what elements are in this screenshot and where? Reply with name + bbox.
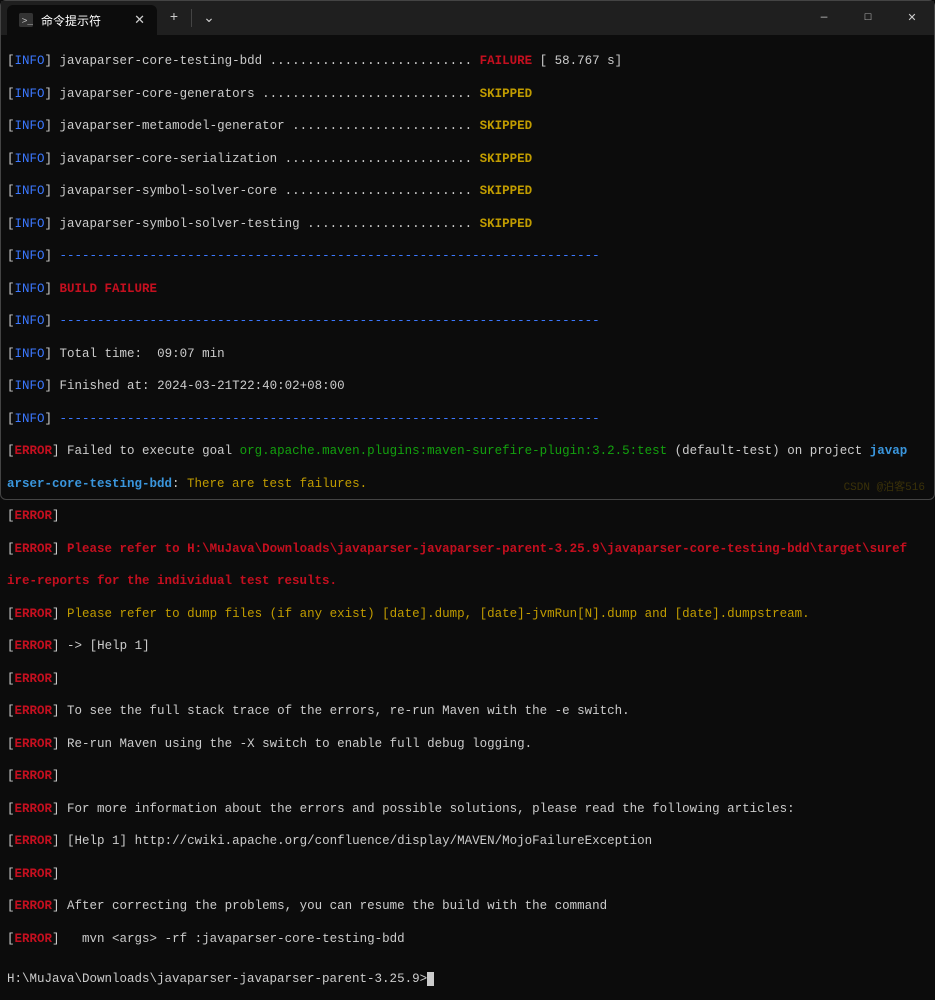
tab-dropdown-button[interactable]: ⌄ <box>192 1 226 35</box>
output-line: [ERROR] Please refer to H:\MuJava\Downlo… <box>7 541 928 557</box>
output-line: [INFO] javaparser-metamodel-generator ..… <box>7 118 928 134</box>
svg-text:>_: >_ <box>22 16 33 27</box>
cursor-icon <box>427 972 434 986</box>
output-line: [INFO] BUILD FAILURE <box>7 281 928 297</box>
tab-command-prompt[interactable]: >_ 命令提示符 ✕ <box>7 5 157 35</box>
tab-close-button[interactable]: ✕ <box>134 13 145 28</box>
output-line: [ERROR] mvn <args> -rf :javaparser-core-… <box>7 931 928 947</box>
output-line: [ERROR] [Help 1] http://cwiki.apache.org… <box>7 833 928 849</box>
maximize-button[interactable]: □ <box>846 1 890 35</box>
output-line: [INFO] ---------------------------------… <box>7 411 928 427</box>
tab-title: 命令提示符 <box>41 12 101 29</box>
output-line: [INFO] ---------------------------------… <box>7 313 928 329</box>
output-line: [INFO] javaparser-symbol-solver-core ...… <box>7 183 928 199</box>
prompt-path: H:\MuJava\Downloads\javaparser-javaparse… <box>7 972 427 986</box>
output-line: arser-core-testing-bdd: There are test f… <box>7 476 928 492</box>
new-tab-button[interactable]: + <box>157 1 191 35</box>
output-line: [ERROR] Please refer to dump files (if a… <box>7 606 928 622</box>
output-line: [INFO] javaparser-core-testing-bdd .....… <box>7 53 928 69</box>
output-line: ire-reports for the individual test resu… <box>7 573 928 589</box>
output-line: [INFO] javaparser-core-generators ......… <box>7 86 928 102</box>
output-line: [ERROR] <box>7 866 928 882</box>
output-line: [ERROR] To see the full stack trace of t… <box>7 703 928 719</box>
output-line: [ERROR] For more information about the e… <box>7 801 928 817</box>
prompt-line[interactable]: H:\MuJava\Downloads\javaparser-javaparse… <box>7 971 928 987</box>
output-line: [ERROR] -> [Help 1] <box>7 638 928 654</box>
output-line: [ERROR] <box>7 768 928 784</box>
terminal-output[interactable]: [INFO] javaparser-core-testing-bdd .....… <box>1 35 934 1000</box>
output-line: [ERROR] Re-run Maven using the -X switch… <box>7 736 928 752</box>
output-line: [INFO] Finished at: 2024-03-21T22:40:02+… <box>7 378 928 394</box>
output-line: [INFO] Total time: 09:07 min <box>7 346 928 362</box>
output-line: [INFO] javaparser-core-serialization ...… <box>7 151 928 167</box>
minimize-button[interactable]: — <box>802 1 846 35</box>
output-line: [ERROR] Failed to execute goal org.apach… <box>7 443 928 459</box>
output-line: [INFO] ---------------------------------… <box>7 248 928 264</box>
output-line: [INFO] javaparser-symbol-solver-testing … <box>7 216 928 232</box>
output-line: [ERROR] <box>7 508 928 524</box>
titlebar: >_ 命令提示符 ✕ + ⌄ — □ ✕ <box>1 1 934 35</box>
output-line: [ERROR] After correcting the problems, y… <box>7 898 928 914</box>
output-line: [ERROR] <box>7 671 928 687</box>
cmd-icon: >_ <box>19 13 33 27</box>
window-controls: — □ ✕ <box>802 1 934 35</box>
close-button[interactable]: ✕ <box>890 1 934 35</box>
